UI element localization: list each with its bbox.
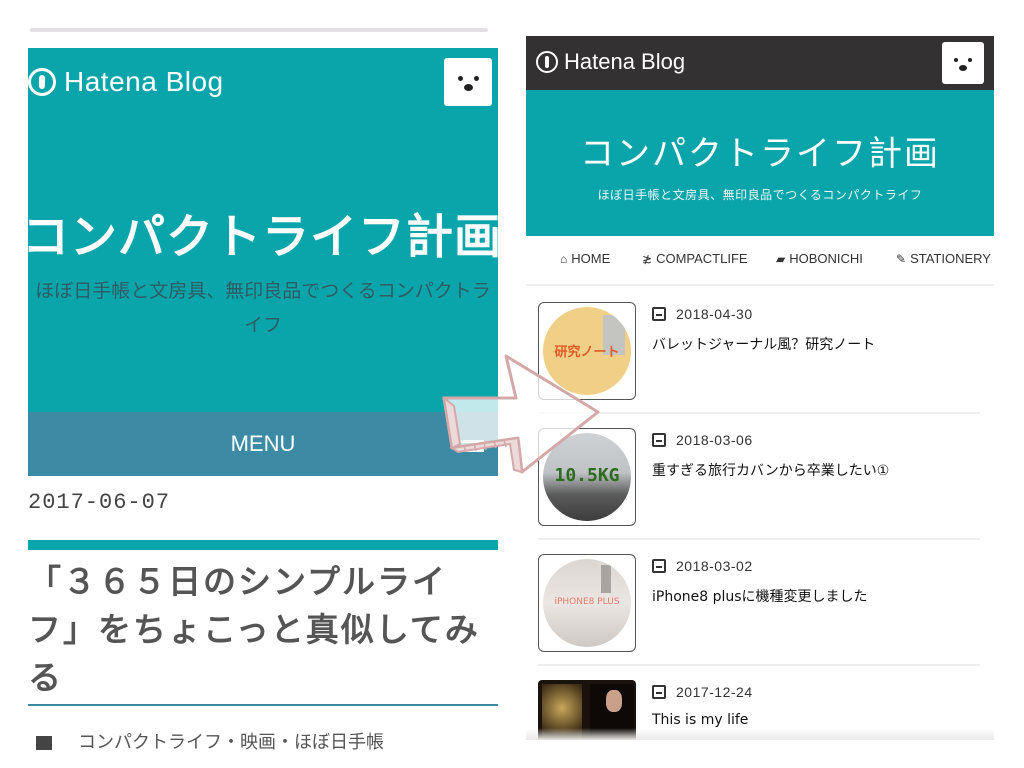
post-title[interactable]: 重すぎる旅行カバンから卒業したい① [652,460,889,480]
nav-label: COMPACTLIFE [656,251,748,266]
post-categories: コンパクトライフ・映画・ほぼ日手帳 [36,728,384,754]
calendar-icon [652,685,666,699]
blog-header: Hatena Blog コンパクトライフ計画 ほぼ日手帳と文房具、無印良品でつく… [22,48,501,412]
nav-item-stationery[interactable]: ✎ STATIONERY [896,251,991,266]
transition-arrow-icon [442,354,600,474]
calendar-icon [652,307,666,321]
nav-label: HOBONICHI [789,251,863,266]
post-date: 2018-03-06 [652,432,753,448]
calendar-icon [652,559,666,573]
post-date: 2018-04-30 [652,306,753,322]
top-divider [30,28,488,32]
thumbnail-caption: iPHONE8 PLUS [554,597,620,607]
blog-description: ほぼ日手帳と文房具、無印良品でつくるコンパクトライフ [35,280,491,336]
calendar-icon [652,433,666,447]
home-icon: ⌂ [560,252,568,266]
post-title[interactable]: iPhone8 plusに機種変更しました [652,586,868,606]
post-date: 2017-12-24 [652,684,753,700]
hatena-logo-icon [28,68,56,96]
book-icon: ▰ [776,252,786,266]
blog-description: ほぼ日手帳と文房具、無印良品でつくるコンパクトライフ [597,188,923,202]
hatena-logo-icon [536,51,558,73]
nav-item-compactlife[interactable]: ≵ COMPACTLIFE [642,251,748,266]
nav-label: STATIONERY [910,251,991,266]
logo-text: Hatena Blog [64,66,224,97]
scroll-fade [526,728,994,740]
folder-icon [36,736,52,750]
compactlife-icon: ≵ [642,252,653,266]
post-date: 2017-06-07 [28,490,171,515]
bear-avatar-icon[interactable] [444,58,492,106]
post-date: 2018-03-02 [652,558,753,574]
category-text[interactable]: コンパクトライフ・映画・ほぼ日手帳 [78,732,384,753]
post-title[interactable]: This is my life [652,712,748,728]
post-title[interactable]: バレットジャーナル風？研究ノート [652,334,875,354]
post-title[interactable]: 「３６５日のシンプルライフ」をちょこっと真似してみる [28,558,494,702]
blog-title[interactable]: コンパクトライフ計画 [22,198,510,267]
blog-header: コンパクトライフ計画 ほぼ日手帳と文房具、無印良品でつくるコンパクトライフ [526,90,994,236]
post-thumbnail[interactable]: iPHONE8 PLUS [538,554,636,652]
logo-text: Hatena Blog [564,49,686,74]
blog-title[interactable]: コンパクトライフ計画 [526,126,994,175]
hatena-blog-logo[interactable]: Hatena Blog [536,49,685,75]
menu-bar[interactable]: MENU [28,412,498,476]
pencil-icon: ✎ [896,252,907,266]
global-nav: ⌂ HOME ≵ COMPACTLIFE ▰ HOBONICHI ✎ STATIONER… [526,236,994,286]
bear-avatar-icon[interactable] [942,42,984,84]
hatena-blog-logo[interactable]: Hatena Blog [28,66,224,98]
nav-label: HOME [571,251,611,266]
list-item[interactable]: iPHONE8 PLUS 2018-03-02 iPhone8 plusに機種変… [538,540,980,666]
nav-item-hobonichi[interactable]: ▰ HOBONICHI [776,251,863,266]
nav-item-home[interactable]: ⌂ HOME [560,251,610,266]
top-bar: Hatena Blog [526,36,994,90]
title-divider [28,704,498,706]
title-accent-bar [28,540,498,550]
menu-label: MENU [230,431,296,456]
